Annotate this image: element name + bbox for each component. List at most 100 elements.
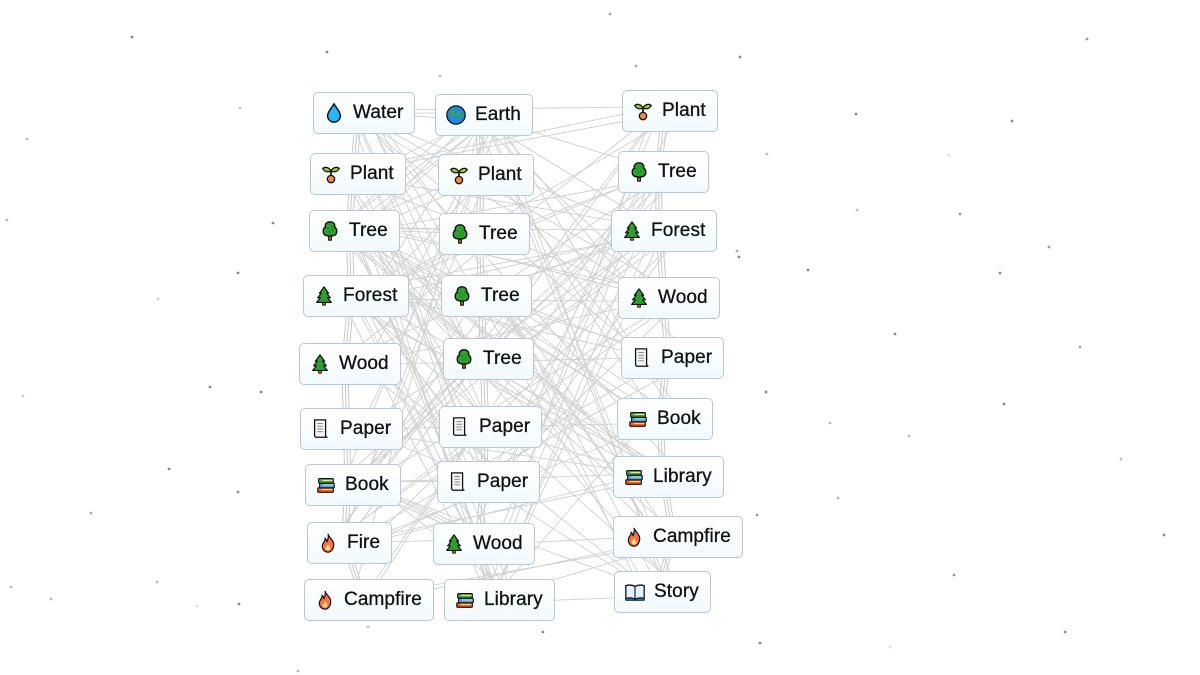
- particle-dot: [438, 74, 442, 78]
- element-tile-campfire[interactable]: Campfire: [304, 579, 434, 621]
- element-tile-book[interactable]: Book: [617, 398, 713, 440]
- particle-dot: [958, 212, 962, 216]
- background-particles: [5, 12, 1166, 673]
- element-tile-wood[interactable]: Wood: [433, 523, 535, 565]
- deciduous-tree-icon: [628, 161, 650, 183]
- particle-dot: [195, 604, 199, 608]
- element-tile-paper[interactable]: Paper: [300, 408, 404, 450]
- element-tile-forest[interactable]: Forest: [611, 210, 718, 252]
- element-tile-campfire[interactable]: Campfire: [613, 516, 743, 558]
- element-label: Tree: [349, 220, 388, 241]
- particle-dot: [836, 496, 840, 500]
- element-label: Story: [654, 581, 699, 602]
- element-tile-tree[interactable]: Tree: [618, 151, 709, 193]
- element-tile-plant[interactable]: Plant: [438, 154, 534, 196]
- element-label: Library: [653, 466, 712, 487]
- particle-dot: [893, 332, 897, 336]
- element-tile-plant[interactable]: Plant: [622, 90, 718, 132]
- particle-dot: [855, 208, 859, 212]
- deciduous-tree-icon: [319, 220, 341, 242]
- element-tile-tree[interactable]: Tree: [309, 210, 400, 252]
- particle-dot: [1162, 533, 1166, 537]
- particle-dot: [541, 630, 545, 634]
- seedling-icon: [320, 163, 342, 185]
- scroll-icon: [310, 418, 332, 440]
- cross-connection-line: [362, 429, 478, 599]
- element-label: Paper: [479, 416, 531, 437]
- particle-dot: [89, 511, 93, 515]
- element-label: Tree: [483, 348, 522, 369]
- element-tile-book[interactable]: Book: [305, 464, 401, 506]
- craft-canvas[interactable]: Water Plant Tree Forest Wood Paper Book …: [0, 0, 1200, 675]
- cross-connection-line: [362, 295, 685, 480]
- books-icon: [454, 589, 476, 611]
- element-label: Book: [657, 408, 701, 429]
- element-tile-library[interactable]: Library: [444, 579, 555, 621]
- element-tile-paper[interactable]: Paper: [439, 406, 543, 448]
- deciduous-tree-icon: [453, 348, 475, 370]
- particle-dot: [854, 112, 858, 116]
- cross-connection-line: [348, 112, 658, 301]
- element-tile-fire[interactable]: Fire: [307, 522, 393, 564]
- element-tile-tree[interactable]: Tree: [443, 338, 534, 380]
- particle-dot: [208, 385, 212, 389]
- element-tile-plant[interactable]: Plant: [310, 153, 406, 195]
- books-icon: [315, 474, 337, 496]
- cross-connection-line: [357, 293, 498, 485]
- connection-lines: [329, 106, 694, 605]
- cross-connection-line: [340, 172, 480, 360]
- element-tile-earth[interactable]: Earth: [435, 94, 533, 136]
- cross-connection-line: [357, 296, 505, 482]
- element-tile-forest[interactable]: Forest: [303, 275, 410, 317]
- particle-dot: [130, 35, 134, 39]
- cross-connection-line: [338, 299, 678, 480]
- seedling-icon: [632, 100, 654, 122]
- element-tile-story[interactable]: Story: [614, 571, 711, 613]
- element-label: Campfire: [653, 526, 731, 547]
- element-tile-library[interactable]: Library: [613, 456, 724, 498]
- cross-connection-line: [357, 229, 657, 423]
- particle-dot: [9, 585, 13, 589]
- element-label: Plant: [478, 164, 522, 185]
- globe-icon: [445, 104, 467, 126]
- particle-dot: [806, 268, 810, 272]
- element-tile-paper[interactable]: Paper: [621, 337, 725, 379]
- element-tile-paper[interactable]: Paper: [437, 461, 541, 503]
- element-tile-wood[interactable]: Wood: [299, 343, 401, 385]
- element-label: Paper: [340, 418, 392, 439]
- cross-connection-line: [485, 175, 682, 356]
- element-tile-tree[interactable]: Tree: [439, 213, 530, 255]
- element-label: Campfire: [344, 589, 422, 610]
- element-tile-wood[interactable]: Wood: [618, 277, 720, 319]
- particle-dot: [5, 218, 9, 222]
- element-label: Wood: [473, 533, 523, 554]
- deciduous-tree-icon: [451, 285, 473, 307]
- cross-connection-line: [353, 232, 659, 433]
- scroll-icon: [449, 416, 471, 438]
- particle-dot: [21, 394, 25, 398]
- particle-dot: [325, 50, 329, 54]
- element-tile-tree[interactable]: Tree: [441, 275, 532, 317]
- cross-connection-line: [343, 229, 653, 418]
- particle-dot: [25, 137, 29, 141]
- cross-connection-line: [367, 110, 685, 296]
- cross-connection-line: [361, 114, 680, 295]
- evergreen-tree-icon: [309, 353, 331, 375]
- element-tile-water[interactable]: Water: [313, 92, 416, 134]
- fire-icon: [623, 526, 645, 548]
- element-label: Wood: [339, 353, 389, 374]
- scroll-icon: [631, 347, 653, 369]
- fire-icon: [314, 589, 336, 611]
- particle-dot: [1078, 345, 1082, 349]
- particle-dot: [1119, 457, 1123, 461]
- particle-dot: [236, 490, 240, 494]
- cross-connection-line: [475, 360, 660, 537]
- particle-dot: [1063, 630, 1067, 634]
- element-label: Earth: [475, 104, 521, 125]
- particle-dot: [735, 249, 739, 253]
- evergreen-tree-icon: [313, 285, 335, 307]
- element-label: Paper: [661, 347, 713, 368]
- particle-dot: [49, 597, 53, 601]
- particle-dot: [1010, 119, 1014, 123]
- cross-connection-line: [476, 118, 665, 296]
